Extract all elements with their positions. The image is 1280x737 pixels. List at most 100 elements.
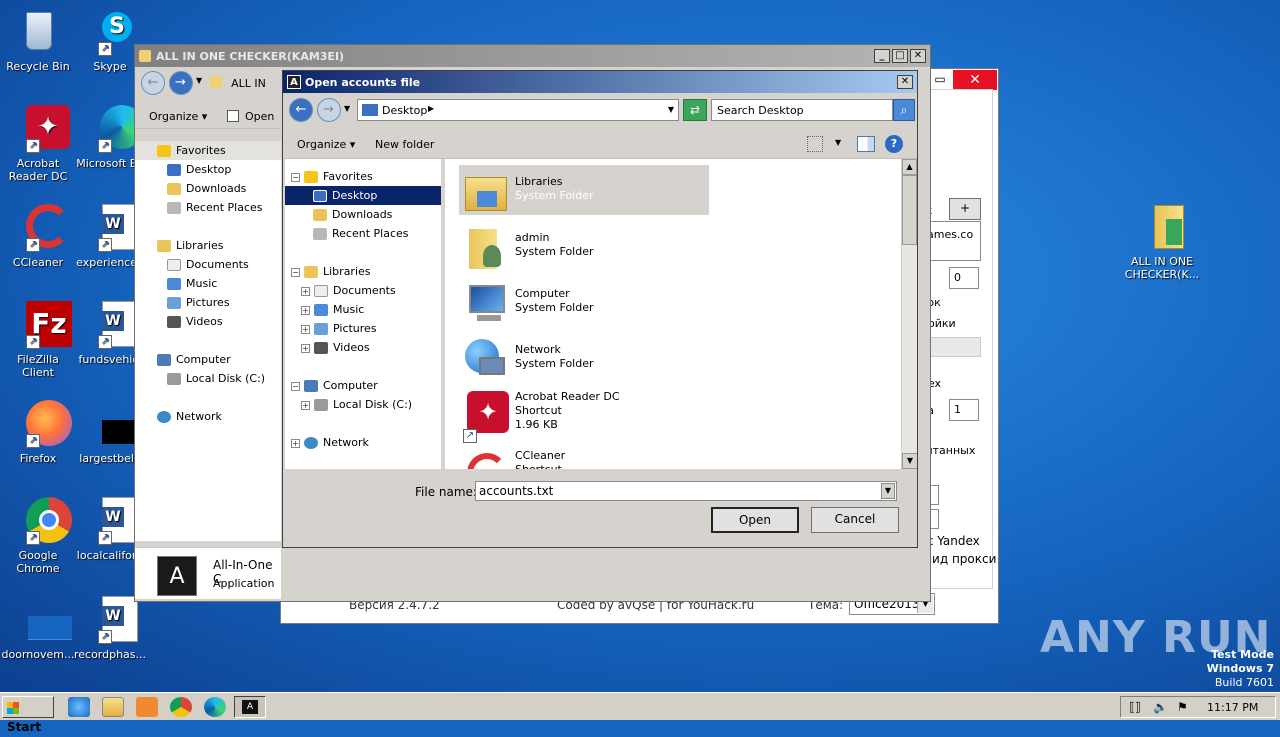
flag-icon[interactable]: ⚑	[1177, 700, 1188, 714]
organize-button[interactable]: Organize ▾	[149, 110, 207, 123]
tree-local-disk[interactable]: + Local Disk (C:)	[285, 395, 441, 414]
file-list-scrollbar[interactable]: ▲ ▼	[901, 159, 917, 469]
nav-local-disk[interactable]: Local Disk (C:)	[135, 369, 281, 388]
chevron-right-icon[interactable]: ▶	[428, 104, 434, 113]
tree-libraries[interactable]: − Libraries	[285, 262, 441, 281]
close-button[interactable]: ✕	[910, 49, 926, 63]
pictures-icon	[167, 297, 181, 309]
close-button[interactable]: ✕	[897, 75, 913, 89]
file-item-libraries[interactable]: Libraries System Folder	[459, 165, 709, 215]
nav-videos[interactable]: Videos	[135, 312, 281, 331]
firefox-icon: ↗	[14, 400, 72, 448]
clock[interactable]: 11:17 PM	[1207, 701, 1258, 714]
edge-icon[interactable]	[204, 697, 226, 717]
maximize-button[interactable]: □	[892, 49, 908, 63]
nav-downloads[interactable]: Downloads	[135, 179, 281, 198]
cancel-button[interactable]: Cancel	[811, 507, 899, 533]
volume-icon[interactable]: 🔈	[1153, 700, 1168, 714]
file-item-ccleaner[interactable]: CCleanerShortcut	[459, 443, 709, 469]
chevron-down-icon[interactable]: ▼	[668, 105, 674, 114]
view-options-icon[interactable]	[807, 136, 823, 152]
nav-network[interactable]: Network	[135, 407, 281, 426]
user-folder-icon	[463, 225, 507, 269]
chevron-down-icon[interactable]: ▼	[196, 76, 202, 85]
add-button[interactable]: +	[949, 198, 981, 220]
refresh-icon[interactable]: ⇄	[683, 99, 707, 121]
taskbar: Start A ⟦⟧ 🔈 ⚑ 11:17 PM	[0, 692, 1280, 734]
ie-icon[interactable]	[68, 697, 90, 717]
open-button[interactable]: Open	[245, 110, 274, 123]
network-icon	[463, 337, 507, 381]
tree-music[interactable]: + Music	[285, 300, 441, 319]
file-name-input[interactable]: accounts.txt ▼	[475, 481, 897, 501]
star-icon	[157, 145, 171, 157]
file-item-computer[interactable]: Computer System Folder	[459, 277, 709, 327]
system-tray: ⟦⟧ 🔈 ⚑ 11:17 PM	[1120, 696, 1276, 718]
chevron-down-icon[interactable]: ▼	[344, 104, 350, 113]
nav-libraries[interactable]: Libraries	[135, 236, 281, 255]
chevron-down-icon[interactable]: ▼	[881, 483, 895, 499]
nav-pictures[interactable]: Pictures	[135, 293, 281, 312]
nav-computer[interactable]: Computer	[135, 350, 281, 369]
all-in-one-checker-folder[interactable]: ALL IN ONE CHECKER(K...	[1124, 203, 1200, 281]
desktop-icon	[313, 190, 327, 202]
tree-downloads[interactable]: Downloads	[285, 205, 441, 224]
tree-network[interactable]: + Network	[285, 433, 441, 452]
tree-computer[interactable]: − Computer	[285, 376, 441, 395]
chrome-shortcut[interactable]: ↗ Google Chrome	[0, 497, 76, 575]
word-doc-shortcut[interactable]: W ↗ recordphas...	[72, 596, 148, 661]
recycle-bin-shortcut[interactable]: Recycle Bin	[0, 8, 76, 73]
scroll-down-icon[interactable]: ▼	[902, 453, 917, 469]
filezilla-shortcut[interactable]: Fz ↗ FileZilla Client	[0, 301, 76, 379]
tree-videos[interactable]: + Videos	[285, 338, 441, 357]
chrome-icon: ↗	[14, 497, 72, 545]
tree-favorites[interactable]: − Favorites	[285, 167, 441, 186]
threads-stepper[interactable]: 0	[949, 267, 979, 289]
file-item-admin[interactable]: admin System Folder	[459, 221, 709, 271]
explorer-icon[interactable]	[102, 697, 124, 717]
network-icon	[304, 437, 318, 449]
forward-arrow-icon[interactable]: →	[316, 98, 341, 122]
chevron-down-icon[interactable]: ▼	[835, 138, 841, 147]
acrobat-shortcut[interactable]: ✦ ↗ Acrobat Reader DC	[0, 105, 76, 183]
search-icon[interactable]: ⌕	[893, 99, 915, 121]
tree-documents[interactable]: + Documents	[285, 281, 441, 300]
taskbar-app-button[interactable]: A	[234, 696, 266, 718]
explorer-nav-bar: ← → ▼ ALL IN	[141, 71, 281, 97]
yandex-stepper[interactable]: 1	[949, 399, 979, 421]
minimize-button[interactable]: _	[874, 49, 890, 63]
forward-arrow-icon[interactable]: →	[168, 71, 193, 95]
nav-recent[interactable]: Recent Places	[135, 198, 281, 217]
chrome-icon[interactable]	[170, 697, 192, 717]
ccleaner-shortcut[interactable]: ↗ CCleaner	[0, 204, 76, 269]
nav-music[interactable]: Music	[135, 274, 281, 293]
address-bar[interactable]: Desktop ▶ ▼	[357, 99, 679, 121]
firefox-shortcut[interactable]: ↗ Firefox	[0, 400, 76, 465]
help-icon[interactable]: ?	[885, 135, 903, 153]
start-button[interactable]: Start	[2, 696, 54, 734]
organize-button[interactable]: Organize ▾	[297, 138, 355, 151]
nav-desktop[interactable]: Desktop	[135, 160, 281, 179]
new-folder-button[interactable]: New folder	[375, 138, 434, 151]
scroll-thumb[interactable]	[902, 175, 917, 245]
filezilla-icon: Fz ↗	[14, 301, 72, 349]
open-button[interactable]: Open	[711, 507, 799, 533]
file-item-acrobat[interactable]: ✦ ↗ Acrobat Reader DC Shortcut 1.96 KB	[459, 387, 709, 443]
tree-pictures[interactable]: + Pictures	[285, 319, 441, 338]
back-arrow-icon[interactable]: ←	[141, 71, 165, 95]
nav-documents[interactable]: Documents	[135, 255, 281, 274]
doornovem-file[interactable]: doornovem...	[0, 596, 76, 661]
file-item-network[interactable]: Network System Folder	[459, 333, 709, 383]
back-arrow-icon[interactable]: ←	[289, 98, 313, 122]
media-player-icon[interactable]	[136, 697, 158, 717]
close-icon[interactable]: ✕	[953, 70, 997, 90]
nav-favorites[interactable]: Favorites	[135, 141, 281, 160]
file-list: Libraries System Folder admin System Folde…	[445, 159, 917, 469]
tree-desktop[interactable]: Desktop	[285, 186, 441, 205]
search-input[interactable]: Search Desktop	[711, 99, 893, 121]
preview-pane-icon[interactable]	[857, 136, 875, 152]
scroll-up-icon[interactable]: ▲	[902, 159, 917, 175]
network-tray-icon[interactable]: ⟦⟧	[1129, 700, 1141, 714]
tree-recent[interactable]: Recent Places	[285, 224, 441, 243]
star-icon	[304, 171, 318, 183]
